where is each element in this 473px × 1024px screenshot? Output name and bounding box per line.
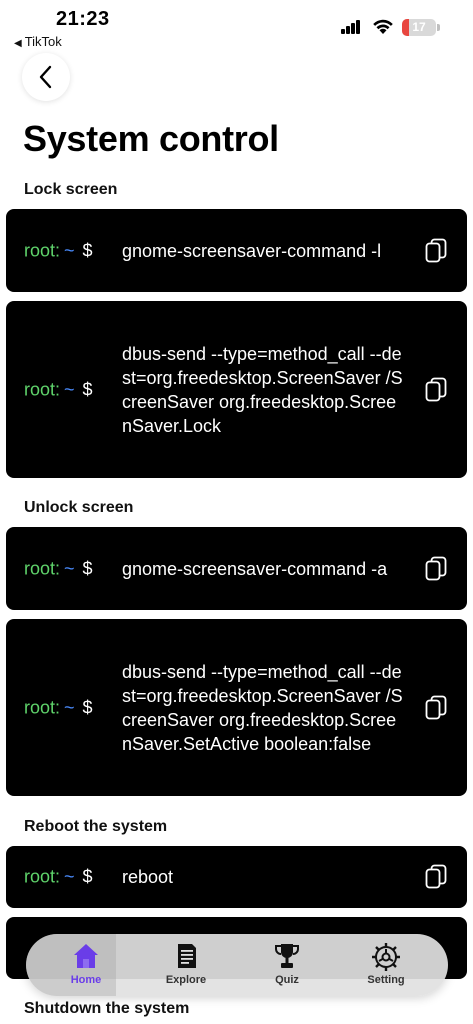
cellular-signal-icon — [341, 20, 361, 34]
command-card: root: ~ $ dbus-send --type=method_call --d… — [6, 301, 467, 478]
chevron-left-icon — [39, 65, 52, 89]
command-card: root: ~ $ gnome-screensaver-command -a — [6, 527, 467, 610]
tab-home-label: Home — [70, 974, 102, 986]
tab-explore[interactable]: Explore — [146, 940, 226, 992]
tab-explore-label: Explore — [165, 974, 207, 986]
prompt-user: root: — [24, 558, 61, 578]
tab-setting[interactable]: Setting — [346, 940, 426, 992]
document-icon — [178, 944, 196, 968]
command-card: root: ~ $ dbus-send --type=method_call --d… — [6, 619, 467, 796]
command-card: root: ~ $ gnome-screensaver-command -l — [6, 209, 467, 292]
section-label-unlock-screen: Unlock screen — [24, 499, 134, 516]
copy-icon[interactable] — [425, 864, 447, 890]
status-bar: 21:23 ◀ TikTok 17 — [0, 0, 473, 52]
shell-prompt: root: ~ $ — [24, 558, 93, 579]
gear-icon — [372, 943, 400, 971]
prompt-tilde: ~ — [64, 697, 75, 717]
command-text: reboot — [122, 867, 174, 887]
command-text: dbus-send --type=method_call --dest=org.… — [122, 343, 403, 436]
prompt-dollar: $ — [82, 240, 93, 260]
section-label-lock-screen: Lock screen — [24, 181, 118, 198]
command-text: gnome-screensaver-command -a — [122, 558, 388, 579]
prompt-user: root: — [24, 379, 61, 399]
section-label-reboot: Reboot the system — [24, 818, 168, 835]
bottom-tab-bar: Home Explore Quiz Setting — [26, 934, 448, 996]
tab-quiz[interactable]: Quiz — [247, 940, 327, 992]
prompt-tilde: ~ — [64, 558, 75, 578]
shell-prompt: root: ~ $ — [24, 867, 93, 888]
section-label-shutdown: Shutdown the system — [24, 1000, 190, 1017]
home-icon — [74, 944, 98, 968]
prompt-user: root: — [24, 697, 61, 717]
prompt-tilde: ~ — [64, 866, 75, 887]
command-text: dbus-send --type=method_call --dest=org.… — [122, 661, 403, 754]
prompt-dollar: $ — [82, 866, 93, 887]
shell-prompt: root: ~ $ — [24, 240, 93, 261]
tab-quiz-label: Quiz — [275, 974, 299, 986]
shell-prompt: root: ~ $ — [24, 379, 93, 400]
battery-level: 17 — [412, 20, 426, 34]
copy-icon[interactable] — [425, 238, 447, 264]
page-title: System control — [23, 118, 279, 159]
trophy-icon — [275, 944, 299, 968]
command-text: gnome-screensaver-command -l — [122, 240, 382, 261]
prompt-dollar: $ — [82, 697, 93, 717]
tab-home[interactable]: Home — [46, 940, 126, 992]
prompt-tilde: ~ — [64, 379, 75, 399]
battery-icon: 17 — [402, 19, 436, 36]
prompt-user: root: — [24, 866, 61, 887]
command-card: root: ~ $ reboot — [6, 846, 467, 908]
tab-setting-label: Setting — [367, 974, 405, 986]
prompt-dollar: $ — [82, 558, 93, 578]
copy-icon[interactable] — [425, 377, 447, 403]
back-triangle-icon: ◀ — [14, 38, 22, 49]
prompt-user: root: — [24, 240, 61, 260]
status-time: 21:23 — [56, 8, 110, 30]
prompt-tilde: ~ — [64, 240, 75, 260]
wifi-icon — [373, 19, 393, 34]
prompt-dollar: $ — [82, 379, 93, 399]
back-app-label: TikTok — [24, 34, 62, 49]
shell-prompt: root: ~ $ — [24, 697, 93, 718]
copy-icon[interactable] — [425, 556, 447, 582]
copy-icon[interactable] — [425, 695, 447, 721]
back-button[interactable] — [22, 53, 70, 101]
back-to-app-link[interactable]: ◀ TikTok — [14, 34, 62, 49]
